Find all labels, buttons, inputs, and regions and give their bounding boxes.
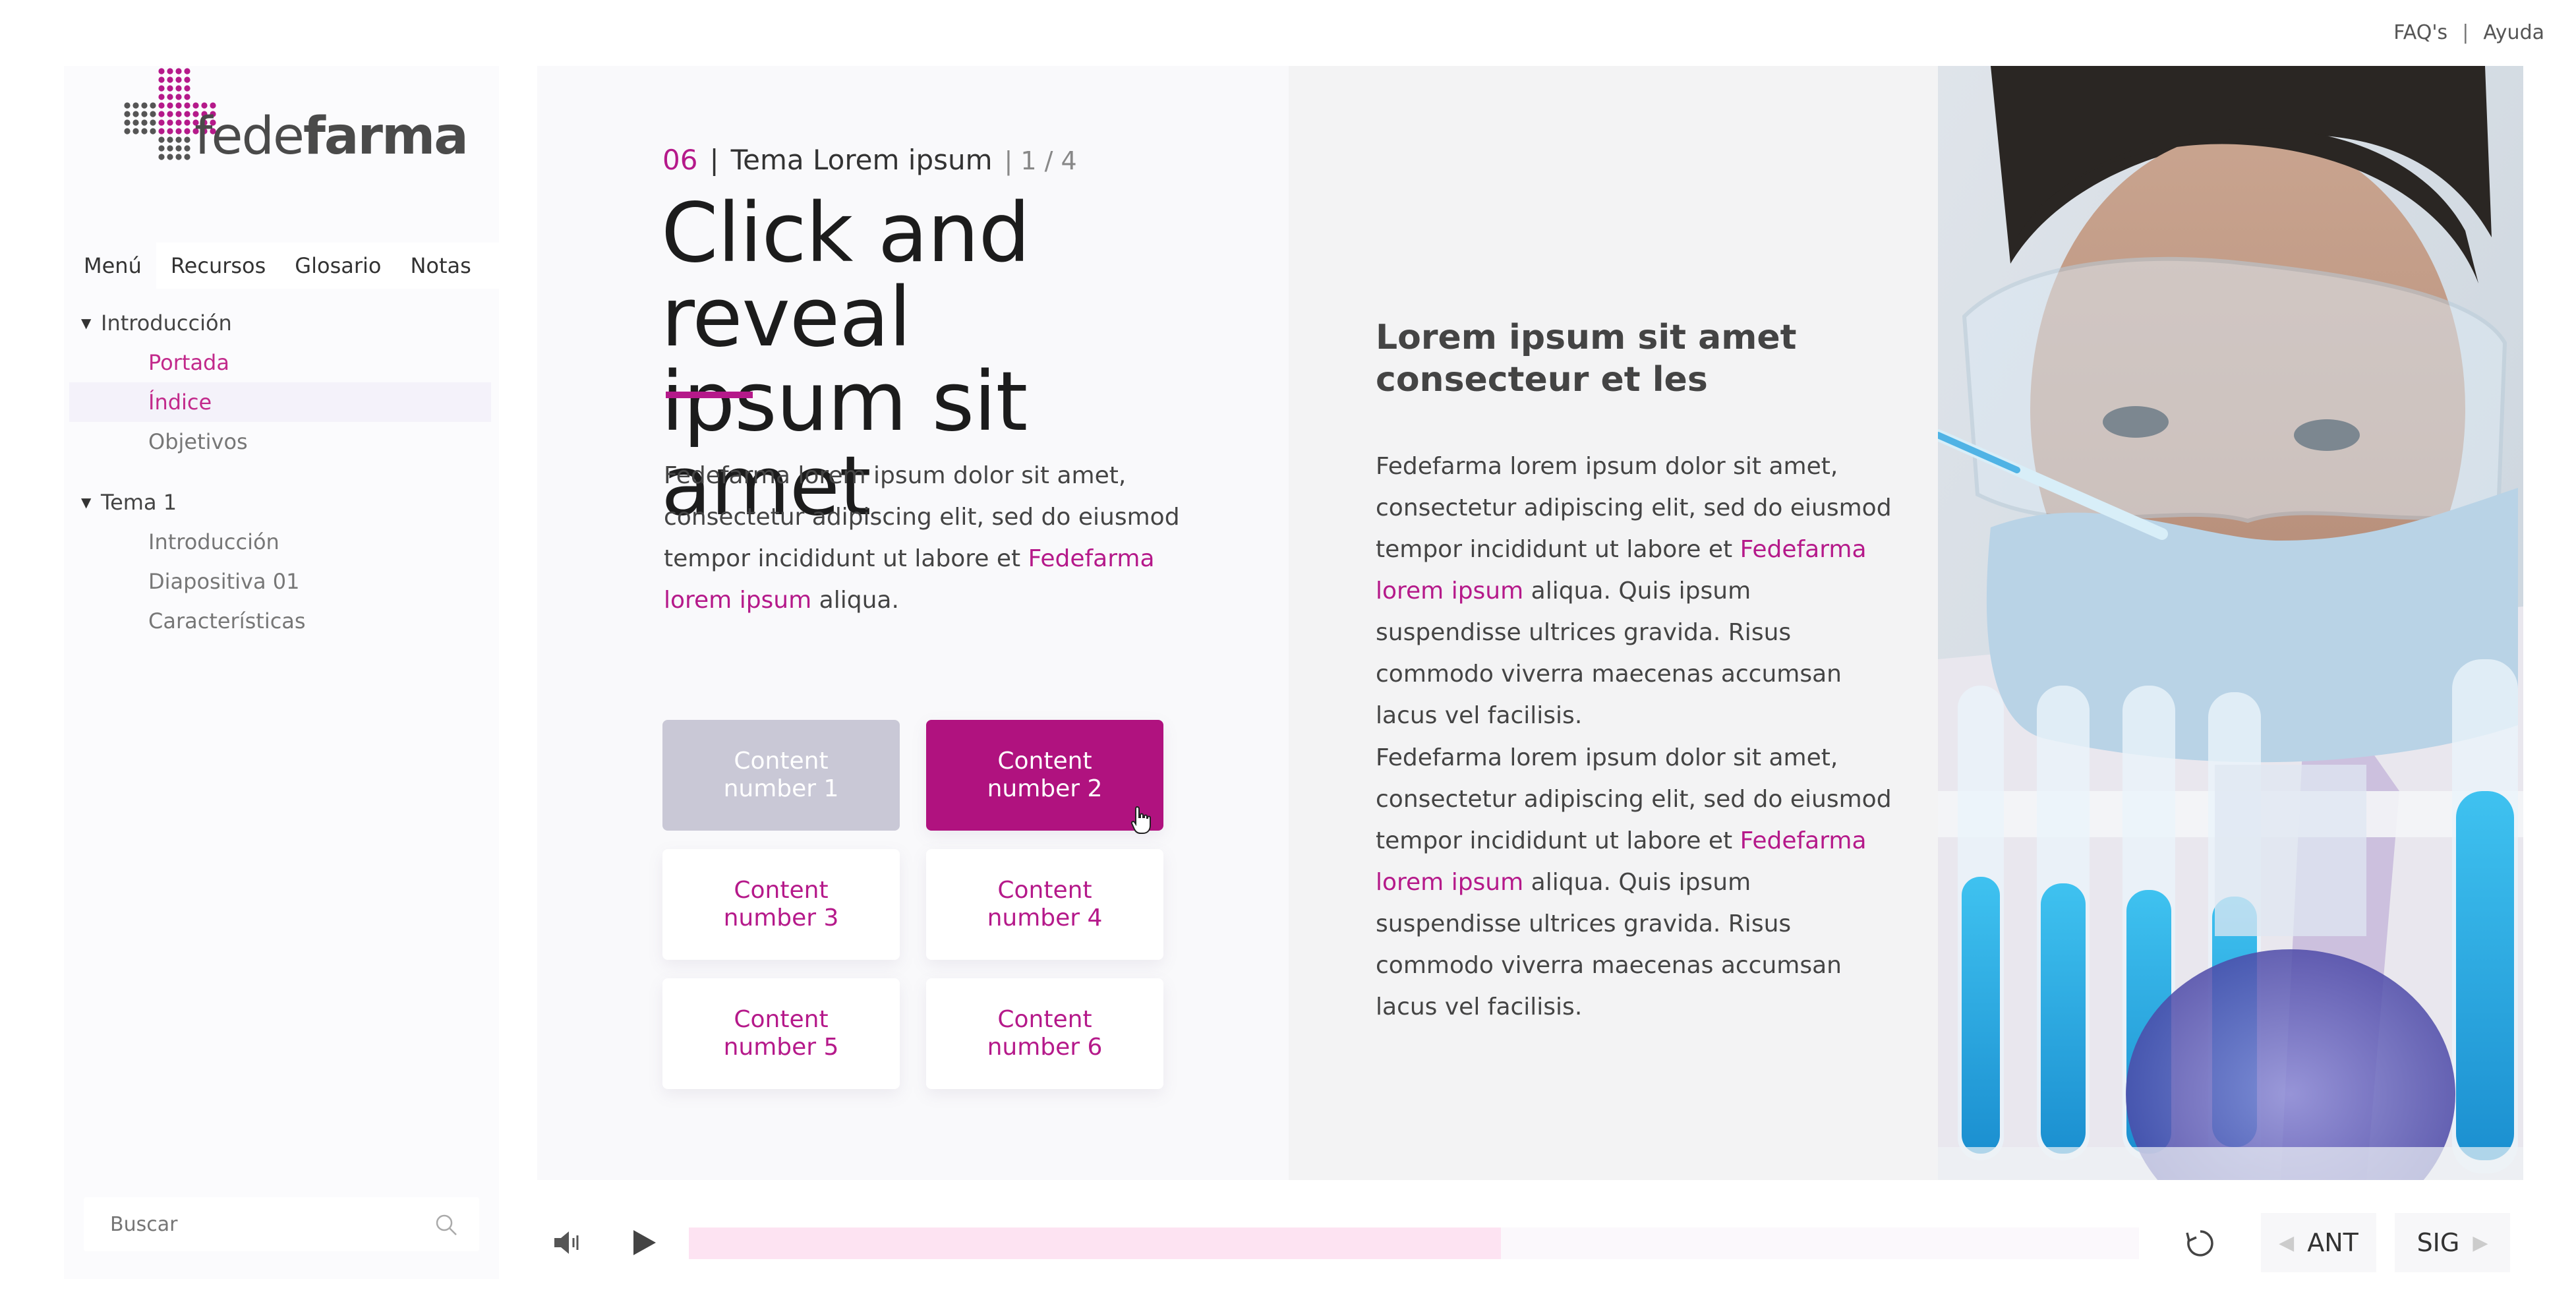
- next-button[interactable]: SIG ▶: [2395, 1213, 2510, 1272]
- content-button-1[interactable]: Content number 1: [662, 720, 900, 831]
- player-bar: ◀ ANT SIG ▶: [537, 1206, 2523, 1279]
- tab-recursos[interactable]: Recursos: [156, 243, 280, 289]
- tree-item-introduccion[interactable]: Introducción: [69, 522, 491, 562]
- card-label-line-2: number 3: [723, 904, 839, 931]
- tab-menu[interactable]: Menú: [69, 243, 156, 289]
- content-button-2[interactable]: Content number 2: [926, 720, 1163, 831]
- topic-separator: |: [709, 144, 719, 176]
- intro-paragraph: Fedefarma lorem ipsum dolor sit amet, co…: [664, 455, 1191, 621]
- card-label-line-2: number 5: [723, 1034, 839, 1061]
- search-input[interactable]: [84, 1197, 400, 1251]
- logo-wordmark: fedefarma: [194, 107, 469, 166]
- search-box: [84, 1197, 479, 1251]
- topic-header: 06 | Tema Lorem ipsum | 1 / 4: [662, 144, 1077, 176]
- replay-icon[interactable]: [2182, 1225, 2219, 1262]
- content-button-3[interactable]: Content number 3: [662, 849, 900, 960]
- content-panel: 06 | Tema Lorem ipsum | 1 / 4 Click and …: [537, 66, 1289, 1180]
- hand-cursor-icon: [1130, 806, 1151, 834]
- title-underline: [666, 392, 753, 398]
- chevron-right-icon: ▶: [2473, 1231, 2488, 1255]
- card-label-line-1: Content: [734, 877, 829, 904]
- lab-scientist-photo: [1938, 66, 2523, 1180]
- tree-node-tema-1[interactable]: ▼ Tema 1: [69, 483, 491, 522]
- progress-fill: [689, 1227, 1501, 1259]
- logo-word-bold: farma: [303, 107, 469, 166]
- reveal-text-panel: Lorem ipsum sit amet consecteur et les F…: [1289, 66, 1938, 1180]
- tab-glosario[interactable]: Glosario: [280, 243, 395, 289]
- reveal-heading: Lorem ipsum sit amet consecteur et les: [1376, 316, 1903, 401]
- tree-item-indice[interactable]: Índice: [69, 382, 491, 422]
- triangle-down-icon: ▼: [81, 494, 92, 510]
- help-link[interactable]: Ayuda: [2483, 21, 2544, 44]
- reveal-heading-line-2: consecteur et les: [1376, 360, 1708, 399]
- tree-item-portada[interactable]: Portada: [69, 343, 491, 382]
- tree-item-objetivos[interactable]: Objetivos: [69, 422, 491, 461]
- search-icon[interactable]: [433, 1212, 459, 1238]
- fedefarma-logo: fedefarma: [122, 66, 469, 178]
- reveal-paragraph-1: Fedefarma lorem ipsum dolor sit amet, co…: [1376, 446, 1903, 736]
- faqs-link[interactable]: FAQ's: [2393, 21, 2447, 44]
- content-button-4[interactable]: Content number 4: [926, 849, 1163, 960]
- topic-title: Tema Lorem ipsum: [730, 144, 993, 176]
- play-icon[interactable]: [629, 1227, 659, 1258]
- card-label-line-1: Content: [734, 1006, 829, 1033]
- top-links-separator: |: [2462, 21, 2469, 44]
- previous-label: ANT: [2307, 1228, 2358, 1257]
- card-label-line-2: number 1: [723, 775, 839, 802]
- content-button-5[interactable]: Content number 5: [662, 978, 900, 1089]
- top-links: FAQ's | Ayuda: [2393, 21, 2544, 44]
- chevron-left-icon: ◀: [2279, 1231, 2295, 1255]
- reveal-paragraph-2: Fedefarma lorem ipsum dolor sit amet, co…: [1376, 737, 1903, 1028]
- previous-button[interactable]: ◀ ANT: [2261, 1213, 2376, 1272]
- card-label-line-1: Content: [997, 1006, 1092, 1033]
- page-indicator: | 1 / 4: [1004, 146, 1077, 175]
- next-label: SIG: [2416, 1228, 2460, 1257]
- sidebar-tabs: Menú Recursos Glosario Notas: [69, 243, 499, 289]
- card-label-line-2: number 6: [987, 1034, 1103, 1061]
- card-label-line-2: number 2: [987, 775, 1103, 802]
- menu-tree: ▼ Introducción Portada Índice Objetivos …: [69, 303, 491, 641]
- card-label-line-1: Content: [997, 877, 1092, 904]
- topic-number: 06: [662, 144, 698, 176]
- card-label-line-1: Content: [734, 748, 829, 775]
- triangle-down-icon: ▼: [81, 315, 92, 331]
- tab-notas[interactable]: Notas: [395, 243, 485, 289]
- tree-item-diapositiva-01[interactable]: Diapositiva 01: [69, 562, 491, 601]
- card-label-line-1: Content: [997, 748, 1092, 775]
- card-label-line-2: number 4: [987, 904, 1103, 931]
- speaker-icon[interactable]: [550, 1226, 583, 1259]
- logo-word-light: fede: [194, 107, 305, 166]
- tree-item-caracteristicas[interactable]: Características: [69, 601, 491, 641]
- tree-node-label: Tema 1: [101, 490, 177, 515]
- intro-text-end: aliqua.: [811, 587, 899, 614]
- reveal-heading-line-1: Lorem ipsum sit amet: [1376, 318, 1797, 357]
- progress-bar[interactable]: [689, 1227, 2139, 1259]
- title-line-1: Click and reveal: [661, 186, 1030, 365]
- content-button-6[interactable]: Content number 6: [926, 978, 1163, 1089]
- sidebar: fedefarma Menú Recursos Glosario Notas ▼…: [64, 66, 499, 1279]
- tree-node-label: Introducción: [101, 310, 232, 336]
- tree-node-introduccion[interactable]: ▼ Introducción: [69, 303, 491, 343]
